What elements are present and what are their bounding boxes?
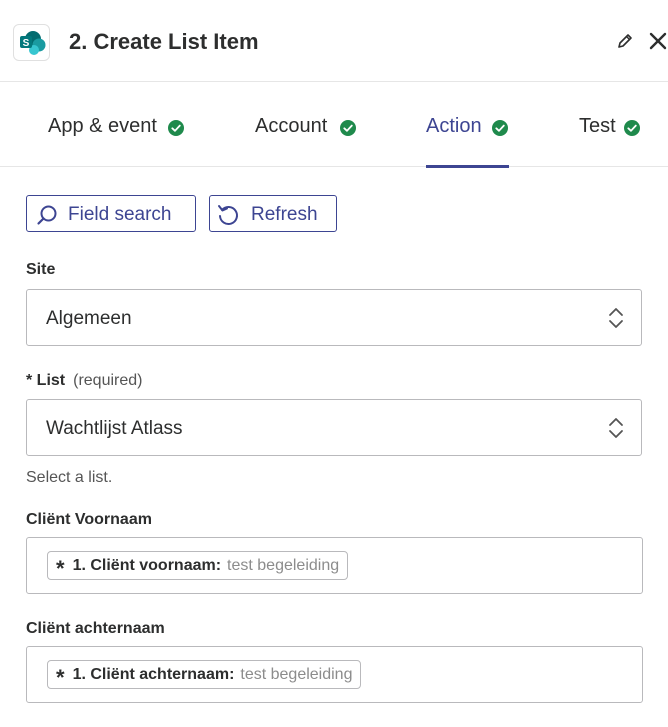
tab-label: Account [255,115,328,137]
refresh-button[interactable]: Refresh [209,195,337,232]
tab-account[interactable]: Account [255,82,365,167]
pill-sample-value: test begeleiding [227,556,340,574]
list-value: Wachtlijst Atlass [46,418,183,439]
active-tab-indicator [426,165,509,168]
check-circle-icon [168,120,184,136]
check-circle-icon [340,120,356,136]
list-select[interactable]: Wachtlijst Atlass [26,399,642,456]
client-achternaam-label: Cliënt achternaam [26,620,165,637]
pill-step-label: 1. Cliënt voornaam: [72,556,222,574]
mapped-field-pill[interactable]: * 1. Cliënt achternaam: test begeleiding [47,660,362,690]
pill-step-label: 1. Cliënt achternaam: [72,665,235,683]
check-circle-icon [492,120,508,136]
tab-test[interactable]: Test [579,82,649,167]
step-tabs: App & event Account Action Test [0,82,668,167]
list-help-text: Select a list. [26,469,113,486]
required-label: (required) [73,372,143,389]
asterisk-icon: * [56,555,65,581]
tab-label: App & event [48,115,157,137]
tab-action[interactable]: Action [426,82,516,167]
pencil-icon [618,34,632,48]
pill-sample-value: test begeleiding [240,665,353,683]
search-icon [37,205,57,225]
tab-label: Action [426,115,482,137]
tab-app-event[interactable]: App & event [48,82,188,167]
field-search-label: Field search [68,204,172,225]
client-voornaam-label: Cliënt Voornaam [26,511,152,528]
mapped-field-pill[interactable]: * 1. Cliënt voornaam: test begeleiding [47,551,349,581]
site-label: Site [26,261,56,278]
step-header: S 2. Create List Item [0,0,668,82]
site-value: Algemeen [46,308,132,329]
sharepoint-logo-icon: S [13,24,50,61]
close-button[interactable] [647,30,668,52]
asterisk-icon: * [56,664,65,690]
field-search-button[interactable]: Field search [26,195,196,232]
page-title: 2. Create List Item [69,29,259,54]
site-select[interactable]: Algemeen [26,289,642,346]
edit-title-button[interactable] [614,30,636,52]
client-achternaam-input[interactable]: * 1. Cliënt achternaam: test begeleiding [26,646,643,703]
client-voornaam-input[interactable]: * 1. Cliënt voornaam: test begeleiding [26,537,643,594]
refresh-icon [218,205,238,225]
list-label-text: * List [26,372,66,389]
refresh-label: Refresh [251,204,318,225]
list-label: * List (required) [26,372,142,390]
tab-label: Test [579,115,616,137]
chevron-up-down-icon [609,418,623,438]
svg-text:S: S [23,38,30,49]
close-icon [649,32,667,50]
check-circle-icon [624,120,640,136]
chevron-up-down-icon [609,308,623,328]
